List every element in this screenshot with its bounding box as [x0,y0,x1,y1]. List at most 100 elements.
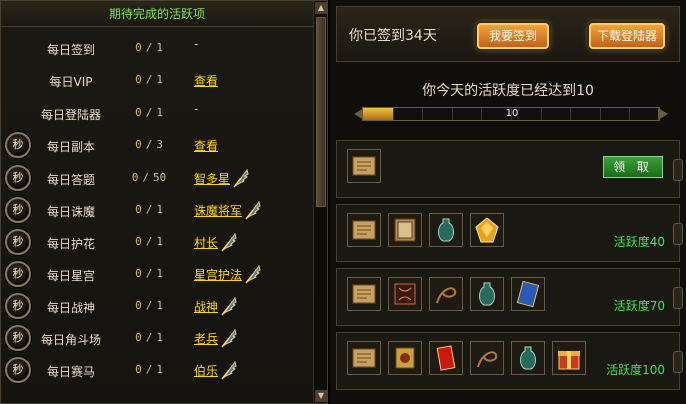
progress-track: 10 [362,107,660,121]
task-done-count: 0 [135,363,142,376]
task-done-count: 0 [135,299,142,312]
task-row: 秒 每日星宫 0/1 星宫护法 [1,259,313,291]
task-row: 秒 每日战神 0/1 战神 [1,291,313,323]
claim-reward-button[interactable]: 领 取 [603,156,663,178]
task-progress-count: 0/1 [119,267,179,280]
task-action-link[interactable]: 星宫护法 [194,266,242,283]
task-progress-count: 0/1 [119,106,179,119]
feather-teleport-icon[interactable] [232,168,250,188]
task-done-count: 0 [135,73,142,86]
book-icon[interactable] [388,213,422,247]
instant-complete-button[interactable]: 秒 [5,357,31,383]
rune-scroll-icon[interactable] [388,277,422,311]
count-separator: / [145,106,153,119]
task-name: 每日登陆器 [40,108,101,122]
feather-teleport-icon[interactable] [220,328,238,348]
vase-icon[interactable] [429,213,463,247]
task-action-link[interactable]: 智多星 [194,170,230,187]
scroll-icon[interactable] [347,341,381,375]
signin-box: 你已签到34天 我要签到 下载登陆器 [336,6,680,62]
instant-complete-button[interactable]: 秒 [5,325,31,351]
task-name: 每日副本 [46,140,95,154]
activity-level-text: 你今天的活跃度已经达到10 [422,83,594,99]
instant-complete-button[interactable]: 秒 [5,229,31,255]
task-name: 每日诛魔 [46,205,95,219]
scroll-icon[interactable] [347,149,381,183]
feather-teleport-icon[interactable] [244,264,262,284]
task-progress-count: 0/1 [119,203,179,216]
reward-tier: 活跃度100 [336,332,683,390]
gem-icon[interactable] [470,213,504,247]
task-done-count: 0 [135,138,142,151]
task-action-link[interactable]: 村长 [194,234,218,251]
task-done-count: 0 [135,203,142,216]
task-total-count: 1 [156,106,163,119]
progress-right-cap [658,108,668,120]
task-done-count: 0 [135,235,142,248]
whip-icon[interactable] [470,341,504,375]
task-total-count: 3 [156,138,163,151]
progress-segment-divider [541,108,542,120]
feather-teleport-icon[interactable] [244,200,262,220]
task-action-link[interactable]: 伯乐 [194,362,218,379]
task-name: 每日角斗场 [40,333,101,347]
task-total-count: 1 [156,267,163,280]
task-action-link[interactable]: 查看 [194,137,218,154]
scroll-icon[interactable] [347,213,381,247]
card-icon[interactable] [511,277,545,311]
task-action-link[interactable]: 老兵 [194,330,218,347]
count-separator: / [145,299,153,312]
task-done-count: 0 [135,331,142,344]
count-separator: / [145,73,153,86]
feather-teleport-icon[interactable] [220,296,238,316]
scroll-thumb[interactable] [316,17,326,207]
task-progress-count: 0/1 [119,41,179,54]
scroll-down-arrow-icon[interactable]: ▼ [315,390,327,402]
task-name: 每日星宫 [46,269,95,283]
scroll-icon[interactable] [347,277,381,311]
task-panel: 期待完成的活跃项 每日签到 0/1- 每日VIP 0/1 查看 每日登陆器 0/1- 秒每日副… [0,0,328,404]
task-row: 秒每日角斗场 0/1 老兵 [1,323,313,355]
instant-complete-button[interactable]: 秒 [5,132,31,158]
task-name: 每日战神 [46,301,95,315]
task-name: 每日赛马 [46,365,95,379]
task-total-count: 1 [156,331,163,344]
vase-icon[interactable] [470,277,504,311]
task-row: 秒 每日副本 0/3 查看 [1,130,313,162]
sign-in-button[interactable]: 我要签到 [477,23,549,49]
count-separator: / [145,203,153,216]
instant-complete-button[interactable]: 秒 [5,165,31,191]
red-envelope-icon[interactable] [429,341,463,375]
task-total-count: 1 [156,203,163,216]
vase-icon[interactable] [511,341,545,375]
task-action-link[interactable]: 战神 [194,298,218,315]
task-name: 每日答题 [46,173,95,187]
task-action-link[interactable]: 查看 [194,72,218,89]
progress-segment-divider [393,108,394,120]
signin-days-text: 你已签到34天 [349,28,437,44]
task-action-none: - [194,37,199,51]
count-separator: / [145,235,153,248]
progress-segment-divider [422,108,423,120]
task-total-count: 50 [153,171,167,184]
task-progress-count: 0/1 [119,363,179,376]
task-total-count: 1 [156,363,163,376]
task-action-link[interactable]: 诛魔将军 [194,202,242,219]
task-panel-title: 期待完成的活跃项 [1,1,313,27]
task-scrollbar[interactable]: ▲ ▼ [313,1,327,403]
instant-complete-button[interactable]: 秒 [5,261,31,287]
gift-box-icon[interactable] [552,341,586,375]
instant-complete-button[interactable]: 秒 [5,197,31,223]
scroll-up-arrow-icon[interactable]: ▲ [315,2,327,14]
download-launcher-button[interactable]: 下载登陆器 [589,23,665,49]
progress-segment-divider [452,108,453,120]
task-row: 每日签到 0/1 - [1,33,313,65]
feather-teleport-icon[interactable] [220,232,238,252]
whip-icon[interactable] [429,277,463,311]
instant-complete-button[interactable]: 秒 [5,293,31,319]
feather-teleport-icon[interactable] [220,360,238,380]
task-done-count: 0 [135,41,142,54]
reward-tier: 活跃度40 [336,204,683,262]
talisman-icon[interactable] [388,341,422,375]
task-name: 每日VIP [49,75,93,89]
